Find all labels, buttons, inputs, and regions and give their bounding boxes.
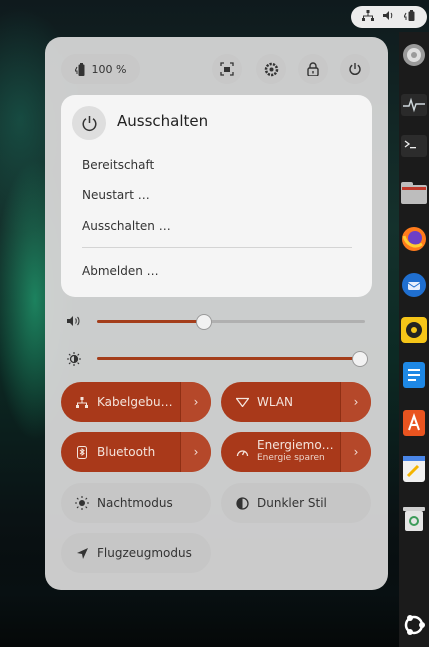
toggle-subtitle: Energie sparen <box>257 453 325 463</box>
system-monitor-icon[interactable] <box>399 88 429 122</box>
ubuntu-logo-icon[interactable] <box>399 608 429 642</box>
rhythmbox-icon[interactable] <box>399 313 429 347</box>
dark-style-icon <box>233 496 251 510</box>
app-center-icon[interactable] <box>399 406 429 440</box>
brightness-slider[interactable] <box>97 351 368 367</box>
battery-status-button[interactable]: 100 % <box>61 54 140 84</box>
toggle-label: Flugzeugmodus <box>97 546 192 560</box>
terminal-icon[interactable] <box>399 129 429 163</box>
screenshot-button[interactable] <box>212 54 242 84</box>
chevron-right-icon[interactable]: › <box>341 432 371 472</box>
system-tray[interactable] <box>351 6 427 28</box>
toggle-label: Dunkler Stil <box>257 496 327 510</box>
volume-slider-fill <box>97 320 204 323</box>
airplane-icon <box>73 547 91 560</box>
battery-icon <box>74 62 86 76</box>
settings-button[interactable] <box>256 54 286 84</box>
lock-icon <box>307 62 319 76</box>
power-mode-icon <box>233 446 251 458</box>
night-light-icon <box>73 496 91 510</box>
volume-slider-handle[interactable] <box>196 314 212 330</box>
power-menu-title: Ausschalten <box>117 112 209 130</box>
wifi-icon <box>233 397 251 407</box>
toggle-label: WLAN <box>257 395 294 409</box>
power-off-menu: Ausschalten Bereitschaft Neustart … Auss… <box>61 95 372 297</box>
screenshot-icon <box>220 62 234 76</box>
volume-icon <box>382 10 395 24</box>
chevron-right-icon[interactable]: › <box>181 382 211 422</box>
menu-item-log-out[interactable]: Abmelden … <box>82 264 159 278</box>
chevron-right-icon[interactable]: › <box>341 382 371 422</box>
toggle-dark-style[interactable]: Dunkler Stil <box>221 483 371 523</box>
text-editor-icon[interactable] <box>399 452 429 486</box>
toggle-wlan[interactable]: WLAN › <box>221 382 371 422</box>
files-icon[interactable] <box>399 176 429 210</box>
toggle-label: Bluetooth <box>97 445 156 459</box>
chevron-right-icon[interactable]: › <box>181 432 211 472</box>
network-wired-icon <box>73 396 91 408</box>
volume-icon <box>67 315 81 327</box>
quick-settings-panel: 100 % Ausschalten Bereitschaft Neustart … <box>45 37 388 590</box>
toggle-wired-network[interactable]: Kabelgebu… › <box>61 382 211 422</box>
lock-screen-button[interactable] <box>298 54 328 84</box>
firefox-icon[interactable] <box>399 222 429 256</box>
network-wired-icon <box>361 10 374 24</box>
volume-slider[interactable] <box>97 314 365 330</box>
brightness-slider-fill <box>97 357 360 360</box>
toggle-bluetooth[interactable]: Bluetooth › <box>61 432 211 472</box>
thunderbird-icon[interactable] <box>399 268 429 302</box>
menu-item-power-off[interactable]: Ausschalten … <box>82 219 171 233</box>
battery-icon <box>403 10 416 24</box>
menu-item-suspend[interactable]: Bereitschaft <box>82 158 154 172</box>
power-icon <box>348 62 362 76</box>
battery-percentage: 100 % <box>91 62 127 76</box>
brightness-slider-handle[interactable] <box>352 351 368 367</box>
settings-icon <box>264 62 279 77</box>
writer-icon[interactable] <box>399 358 429 392</box>
menu-item-restart[interactable]: Neustart … <box>82 188 150 202</box>
toggle-label: Energiemo… <box>257 438 334 452</box>
toggle-label: Kabelgebu… <box>97 395 173 409</box>
toggle-power-mode[interactable]: Energiemo… Energie sparen › <box>221 432 371 472</box>
toggle-text: Energiemo… Energie sparen <box>257 439 334 465</box>
toggle-airplane-mode[interactable]: Flugzeugmodus <box>61 533 211 573</box>
trash-icon[interactable] <box>399 501 429 535</box>
bluetooth-icon <box>73 445 91 459</box>
menu-divider <box>82 247 352 248</box>
power-button[interactable] <box>340 54 370 84</box>
brightness-icon <box>67 352 81 366</box>
dock <box>399 32 429 647</box>
power-icon <box>72 106 106 140</box>
top-bar <box>0 0 429 30</box>
toggle-night-light[interactable]: Nachtmodus <box>61 483 211 523</box>
toggle-label: Nachtmodus <box>97 496 173 510</box>
settings-app-icon[interactable] <box>399 38 429 72</box>
